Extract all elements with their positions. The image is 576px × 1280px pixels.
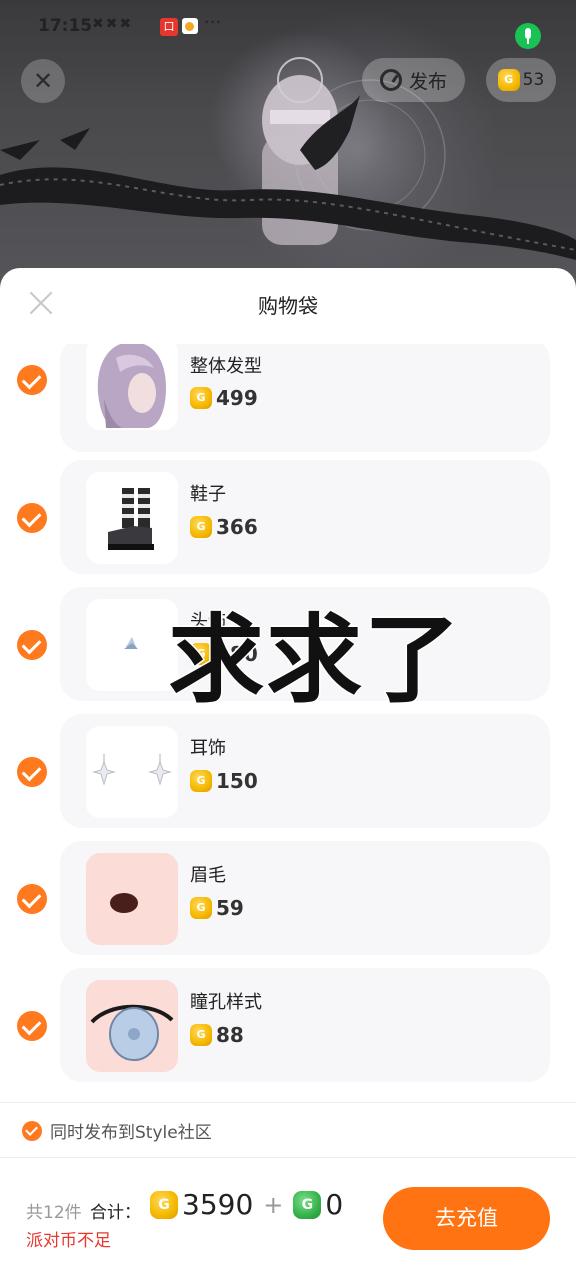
item-checkbox[interactable] xyxy=(17,630,47,660)
item-card[interactable]: 瞳孔样式 88 xyxy=(60,968,550,1082)
divider xyxy=(0,1102,576,1103)
gold-coin-icon xyxy=(190,897,212,919)
avatar-scene: 17:15 ✖✖✖ 口 ··· ✕ 发布 53 xyxy=(0,0,576,290)
publish-button[interactable]: 发布 xyxy=(362,58,465,102)
shoes-thumbnail xyxy=(86,472,178,564)
item-card[interactable]: 整体发型 499 xyxy=(60,344,550,452)
green-amount: 0 xyxy=(325,1188,344,1221)
total-amount: 3590 + 0 xyxy=(150,1188,343,1221)
item-card[interactable]: 眉毛 59 xyxy=(60,841,550,955)
microphone-icon xyxy=(515,23,541,49)
more-notifications-icon: ··· xyxy=(204,12,222,33)
plus-sign: + xyxy=(263,1190,284,1219)
sync-checkbox[interactable] xyxy=(22,1120,42,1141)
accessory-thumbnail xyxy=(86,599,178,691)
cart-item: 耳饰 150 xyxy=(0,714,576,828)
item-price: 59 xyxy=(190,896,244,920)
earring-thumbnail xyxy=(86,726,178,818)
status-bar: 17:15 ✖✖✖ 口 ··· xyxy=(0,10,576,49)
notification-icons: ✖✖✖ xyxy=(92,16,134,32)
item-name: 耳饰 xyxy=(190,738,226,759)
green-coin-icon xyxy=(293,1190,322,1219)
item-checkbox[interactable] xyxy=(17,884,47,914)
item-checkbox[interactable] xyxy=(17,365,47,395)
publish-icon xyxy=(379,69,402,91)
item-price-value: 59 xyxy=(216,896,244,920)
coin-balance-button[interactable]: 53 xyxy=(486,58,556,102)
cart-item: 整体发型 499 xyxy=(0,344,576,452)
sync-label: 同时发布到Style社区 xyxy=(50,1123,212,1143)
cart-item: 眉毛 59 xyxy=(0,841,576,955)
publish-label: 发布 xyxy=(408,70,447,93)
item-price-value: 88 xyxy=(216,1023,244,1047)
sync-to-community-toggle[interactable]: 同时发布到Style社区 xyxy=(22,1118,212,1143)
item-name: 整体发型 xyxy=(190,356,262,377)
gold-coin-icon xyxy=(190,770,212,792)
sheet-title: 购物袋 xyxy=(258,294,318,318)
cart-item: 瞳孔样式 88 xyxy=(0,968,576,1082)
gold-amount: 3590 xyxy=(182,1188,254,1221)
total-label: 合计： xyxy=(90,1203,141,1223)
divider xyxy=(0,1157,576,1158)
item-card[interactable]: 耳饰 150 xyxy=(60,714,550,828)
status-time: 17:15 xyxy=(38,16,93,36)
insufficient-balance-warning: 派对币不足 xyxy=(26,1231,111,1251)
app-notification-icon: 口 xyxy=(160,18,178,36)
item-count: 共12件 xyxy=(26,1203,82,1223)
item-price: 88 xyxy=(190,1023,244,1047)
recharge-button[interactable]: 去充值 xyxy=(383,1187,550,1250)
pupil-thumbnail xyxy=(86,980,178,1072)
item-checkbox[interactable] xyxy=(17,757,47,787)
item-checkbox[interactable] xyxy=(17,1011,47,1041)
item-price-value: 150 xyxy=(216,769,258,793)
item-price-value: 499 xyxy=(216,386,258,410)
item-checkbox[interactable] xyxy=(17,503,47,533)
coin-balance: 53 xyxy=(522,70,545,90)
app-notification-icon-2 xyxy=(182,18,198,34)
hair-thumbnail xyxy=(86,344,178,430)
close-scene-button[interactable]: ✕ xyxy=(21,59,65,103)
gold-coin-icon xyxy=(497,69,520,91)
item-price-value: 366 xyxy=(216,515,258,539)
eyebrow-thumbnail xyxy=(86,853,178,945)
gold-coin-icon xyxy=(150,1190,178,1219)
gold-coin-icon xyxy=(190,1024,212,1046)
gold-coin-icon xyxy=(190,387,212,409)
item-name: 鞋子 xyxy=(190,484,226,505)
item-card[interactable]: 鞋子 366 xyxy=(60,460,550,574)
cart-item: 鞋子 366 xyxy=(0,460,576,574)
item-name: 眉毛 xyxy=(190,865,226,886)
item-price: 150 xyxy=(190,769,258,793)
overlay-caption: 求求了 xyxy=(167,603,462,718)
item-price: 499 xyxy=(190,386,258,410)
item-name: 瞳孔样式 xyxy=(190,992,262,1013)
item-price: 366 xyxy=(190,515,258,539)
gold-coin-icon xyxy=(190,516,212,538)
